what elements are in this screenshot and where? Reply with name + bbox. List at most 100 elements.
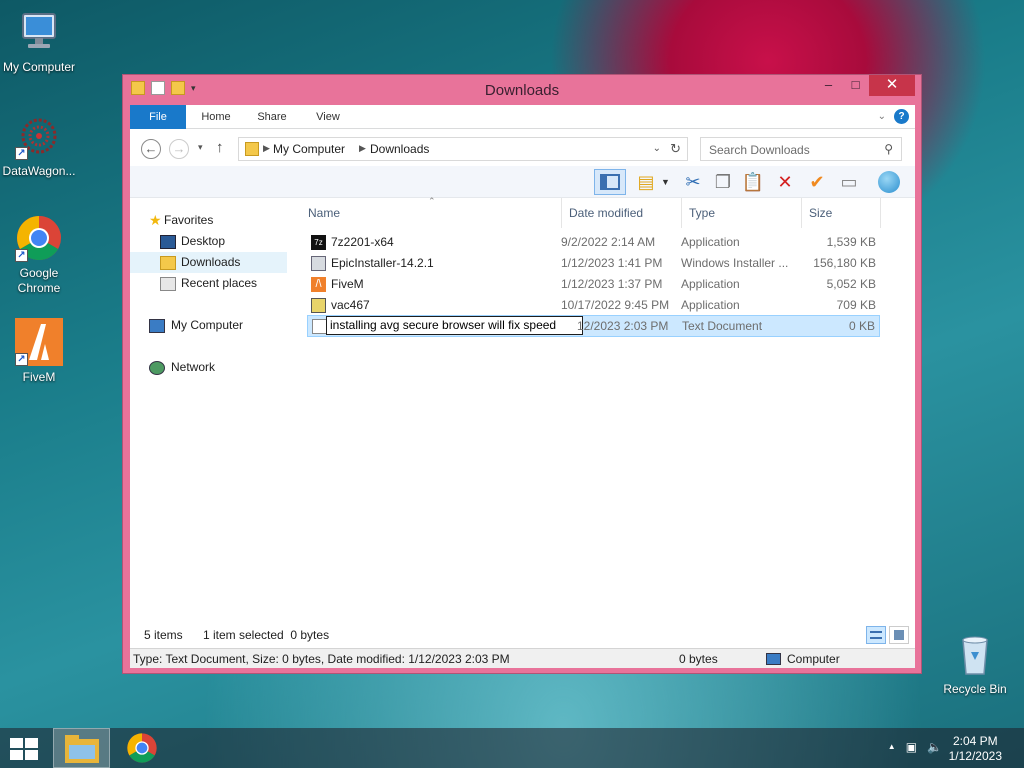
search-icon: ⚲ [884,142,893,156]
forward-button[interactable]: → [169,139,189,159]
taskbar: ▲ ▣ 🔈 2:04 PM 1/12/2023 [0,728,1024,768]
volume-icon[interactable]: 🔈 [927,740,942,754]
details-text: Type: Text Document, Size: 0 bytes, Date… [133,652,510,666]
ribbon-tabs: File Home Share View ⌄ ? [130,105,915,129]
column-header-size[interactable]: Size [801,198,881,228]
address-bar[interactable]: ▶ My Computer ▶ Downloads ⌄ ↻ [238,137,688,161]
taskbar-google-chrome[interactable] [114,728,171,768]
recent-locations-icon[interactable]: ▾ [198,142,203,153]
chevron-down-icon[interactable]: ⌄ [653,143,661,154]
app-icon [311,298,326,313]
tab-view[interactable]: View [304,105,352,129]
fivem-icon: /\ [311,277,326,292]
tab-file[interactable]: File [130,105,186,129]
desktop-icon-google-chrome[interactable]: ↗ Google Chrome [0,214,78,296]
desktop-icon-label: Recycle Bin [943,682,1007,696]
column-header-date[interactable]: Date modified [561,198,682,228]
nav-downloads[interactable]: Downloads [130,252,287,273]
network-icon[interactable]: ▣ [906,740,917,754]
help-button[interactable]: ? [894,109,909,124]
table-row[interactable]: /\ FiveM 1/12/2023 1:37 PM Application 5… [307,274,880,295]
maximize-button[interactable]: □ [842,75,869,96]
select-button[interactable]: ▭ [836,169,862,195]
file-name: FiveM [331,277,364,291]
system-tray: ▲ ▣ 🔈 [888,740,942,754]
file-type: Application [681,277,740,291]
details-bar: Type: Text Document, Size: 0 bytes, Date… [130,648,915,668]
up-button[interactable]: ↑ [216,139,224,156]
window-title: Downloads [484,82,560,99]
file-name: EpicInstaller-14.2.1 [331,256,434,270]
molecule-icon: ↗ [15,112,63,160]
nav-network[interactable]: Network [130,357,287,378]
desktop-icon-label: Google Chrome [17,266,61,295]
desktop-icon-fivem[interactable]: ↗ FiveM [0,318,78,385]
layout-icon [600,174,620,190]
table-row[interactable]: 7z 7z2201-x64 9/2/2022 2:14 AM Applicati… [307,232,880,253]
computer-icon [766,653,781,665]
desktop-icon-label: My Computer [2,60,76,74]
search-input[interactable]: Search Downloads ⚲ [700,137,902,161]
table-row-selected[interactable]: installing avg secure browser will fix s… [307,315,880,337]
7zip-icon: 7z [311,235,326,250]
file-explorer-icon [65,735,99,763]
file-date: 1/12/2023 1:37 PM [561,277,663,291]
desktop-icon-recycle-bin[interactable]: Recycle Bin [936,630,1014,697]
chevron-down-icon[interactable]: ▼ [661,177,670,187]
file-type: Application [681,235,740,249]
search-placeholder: Search Downloads [709,143,810,157]
large-icons-view-button[interactable] [889,626,909,644]
title-bar[interactable]: ▾ Downloads – □ ✕ [123,75,921,105]
breadcrumb-my-computer[interactable]: My Computer [273,142,345,156]
breadcrumb-separator-icon: ▶ [263,143,270,153]
copy-button[interactable]: ❐ [710,169,736,195]
item-count: 5 items [144,628,183,642]
file-size: 156,180 KB [813,256,876,270]
close-button[interactable]: ✕ [869,75,915,96]
file-date: 1/12/2023 1:41 PM [561,256,663,270]
tab-share[interactable]: Share [248,105,296,129]
delete-button[interactable]: ✕ [772,169,798,195]
file-size: 0 KB [848,319,875,333]
explorer-window[interactable]: ▾ Downloads – □ ✕ File Home Share View ⌄… [122,74,922,674]
desktop-icon-datawagon[interactable]: ↗ DataWagon... [0,112,78,179]
breadcrumb-downloads[interactable]: Downloads [370,142,429,156]
file-date: 12/2023 2:03 PM [577,319,669,333]
star-icon: ★ [149,212,162,228]
column-header-type[interactable]: Type [681,198,802,228]
clock-time: 2:04 PM [952,734,998,748]
large-icons-view-icon [894,630,904,640]
table-row[interactable]: EpicInstaller-14.2.1 1/12/2023 1:41 PM W… [307,253,880,274]
desktop-icon-my-computer[interactable]: My Computer [0,8,78,75]
globe-button[interactable] [876,169,902,195]
tab-home[interactable]: Home [192,105,240,129]
preview-pane-button[interactable] [594,169,626,195]
nav-my-computer[interactable]: My Computer [130,315,287,336]
nav-recent-places[interactable]: Recent places [130,273,287,294]
show-hidden-icons-button[interactable]: ▲ [888,740,896,754]
properties-button[interactable]: ▤ [633,169,659,195]
table-row[interactable]: vac467 10/17/2022 9:45 PM Application 70… [307,295,880,316]
paste-button[interactable]: 📋 [740,169,766,195]
taskbar-file-explorer[interactable] [53,728,110,768]
cut-button[interactable]: ✂ [680,169,706,195]
column-header-name[interactable]: Name [300,198,562,228]
details-view-button[interactable] [866,626,886,644]
checkmark-icon: ✔ [809,172,825,192]
expand-ribbon-icon[interactable]: ⌄ [878,111,886,122]
nav-favorites[interactable]: ★ Favorites [130,210,287,231]
rename-button[interactable]: ✔ [804,169,830,195]
folder-icon [245,142,259,156]
clock[interactable]: 2:04 PM 1/12/2023 [949,734,1002,764]
minimize-button[interactable]: – [815,75,842,96]
nav-desktop[interactable]: Desktop [130,231,287,252]
file-name: vac467 [331,298,370,312]
start-button[interactable] [10,738,38,763]
back-button[interactable]: ← [141,139,161,159]
file-type: Application [681,298,740,312]
selection-info: 1 item selected 0 bytes [203,628,330,642]
refresh-icon[interactable]: ↻ [670,141,681,157]
details-location: Computer [787,652,840,666]
navigation-bar: ← → ▾ ↑ ▶ My Computer ▶ Downloads ⌄ ↻ Se… [130,133,915,165]
rename-input[interactable]: installing avg secure browser will fix s… [326,316,583,335]
